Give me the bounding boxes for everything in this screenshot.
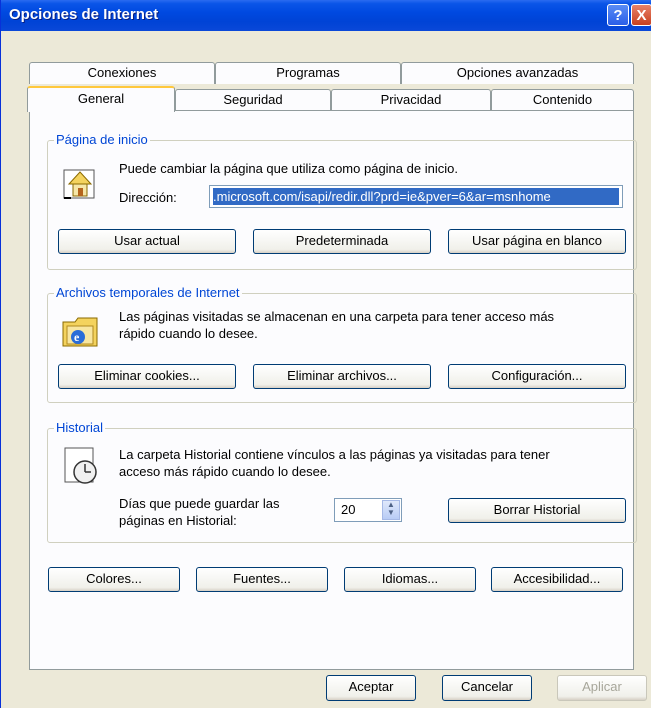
apply-button[interactable]: Aplicar (557, 675, 647, 701)
tab-contenido[interactable]: Contenido (491, 89, 634, 111)
temp-files-description-2: rápido cuando lo desee. (119, 326, 258, 341)
history-clock-icon (64, 447, 97, 484)
colors-button[interactable]: Colores... (48, 567, 180, 592)
close-icon[interactable]: X (631, 4, 651, 26)
temp-files-description-1: Las páginas visitadas se almacenan en un… (119, 309, 555, 324)
use-default-button[interactable]: Predeterminada (253, 229, 431, 254)
use-current-button[interactable]: Usar actual (58, 229, 236, 254)
settings-button[interactable]: Configuración... (448, 364, 626, 389)
clear-history-button[interactable]: Borrar Historial (448, 498, 626, 523)
home-page-group-title: Página de inicio (54, 132, 150, 147)
internet-options-dialog: Opciones de Internet ? X Conexiones Prog… (0, 0, 651, 708)
languages-button[interactable]: Idiomas... (344, 567, 476, 592)
delete-cookies-button[interactable]: Eliminar cookies... (58, 364, 236, 389)
delete-files-button[interactable]: Eliminar archivos... (253, 364, 431, 389)
accessibility-button[interactable]: Accesibilidad... (491, 567, 623, 592)
tab-conexiones[interactable]: Conexiones (29, 62, 215, 84)
title-bar[interactable]: Opciones de Internet ? X (1, 0, 651, 31)
spinner-arrows-icon[interactable]: ▲ ▼ (382, 500, 400, 520)
history-description-1: La carpeta Historial contiene vínculos a… (119, 447, 550, 462)
tab-general[interactable]: General (27, 86, 175, 112)
tab-programas[interactable]: Programas (215, 62, 401, 84)
tab-seguridad[interactable]: Seguridad (175, 89, 331, 111)
window-title: Opciones de Internet (9, 6, 159, 23)
days-value: 20 (341, 502, 356, 517)
address-value: .microsoft.com/isapi/redir.dll?prd=ie&pv… (213, 188, 619, 205)
ie-folder-icon: e (62, 317, 98, 347)
history-description-2: acceso más rápido cuando lo desee. (119, 464, 331, 479)
ok-button[interactable]: Aceptar (326, 675, 416, 701)
house-icon (63, 169, 95, 199)
home-page-description: Puede cambiar la página que utiliza como… (119, 161, 458, 176)
tab-privacidad[interactable]: Privacidad (331, 89, 491, 111)
svg-text:e: e (74, 330, 80, 344)
days-label-2: páginas en Historial: (119, 513, 237, 528)
address-label: Dirección: (119, 190, 177, 205)
fonts-button[interactable]: Fuentes... (196, 567, 328, 592)
days-spinner[interactable]: 20 ▲ ▼ (334, 498, 402, 522)
history-group-title: Historial (54, 420, 105, 435)
tab-opciones-avanzadas[interactable]: Opciones avanzadas (401, 62, 634, 84)
cancel-button[interactable]: Cancelar (442, 675, 532, 701)
temp-files-group-title: Archivos temporales de Internet (54, 285, 242, 300)
help-icon[interactable]: ? (607, 4, 629, 26)
use-blank-button[interactable]: Usar página en blanco (448, 229, 626, 254)
days-label-1: Días que puede guardar las (119, 496, 280, 511)
address-field[interactable]: .microsoft.com/isapi/redir.dll?prd=ie&pv… (209, 185, 623, 208)
